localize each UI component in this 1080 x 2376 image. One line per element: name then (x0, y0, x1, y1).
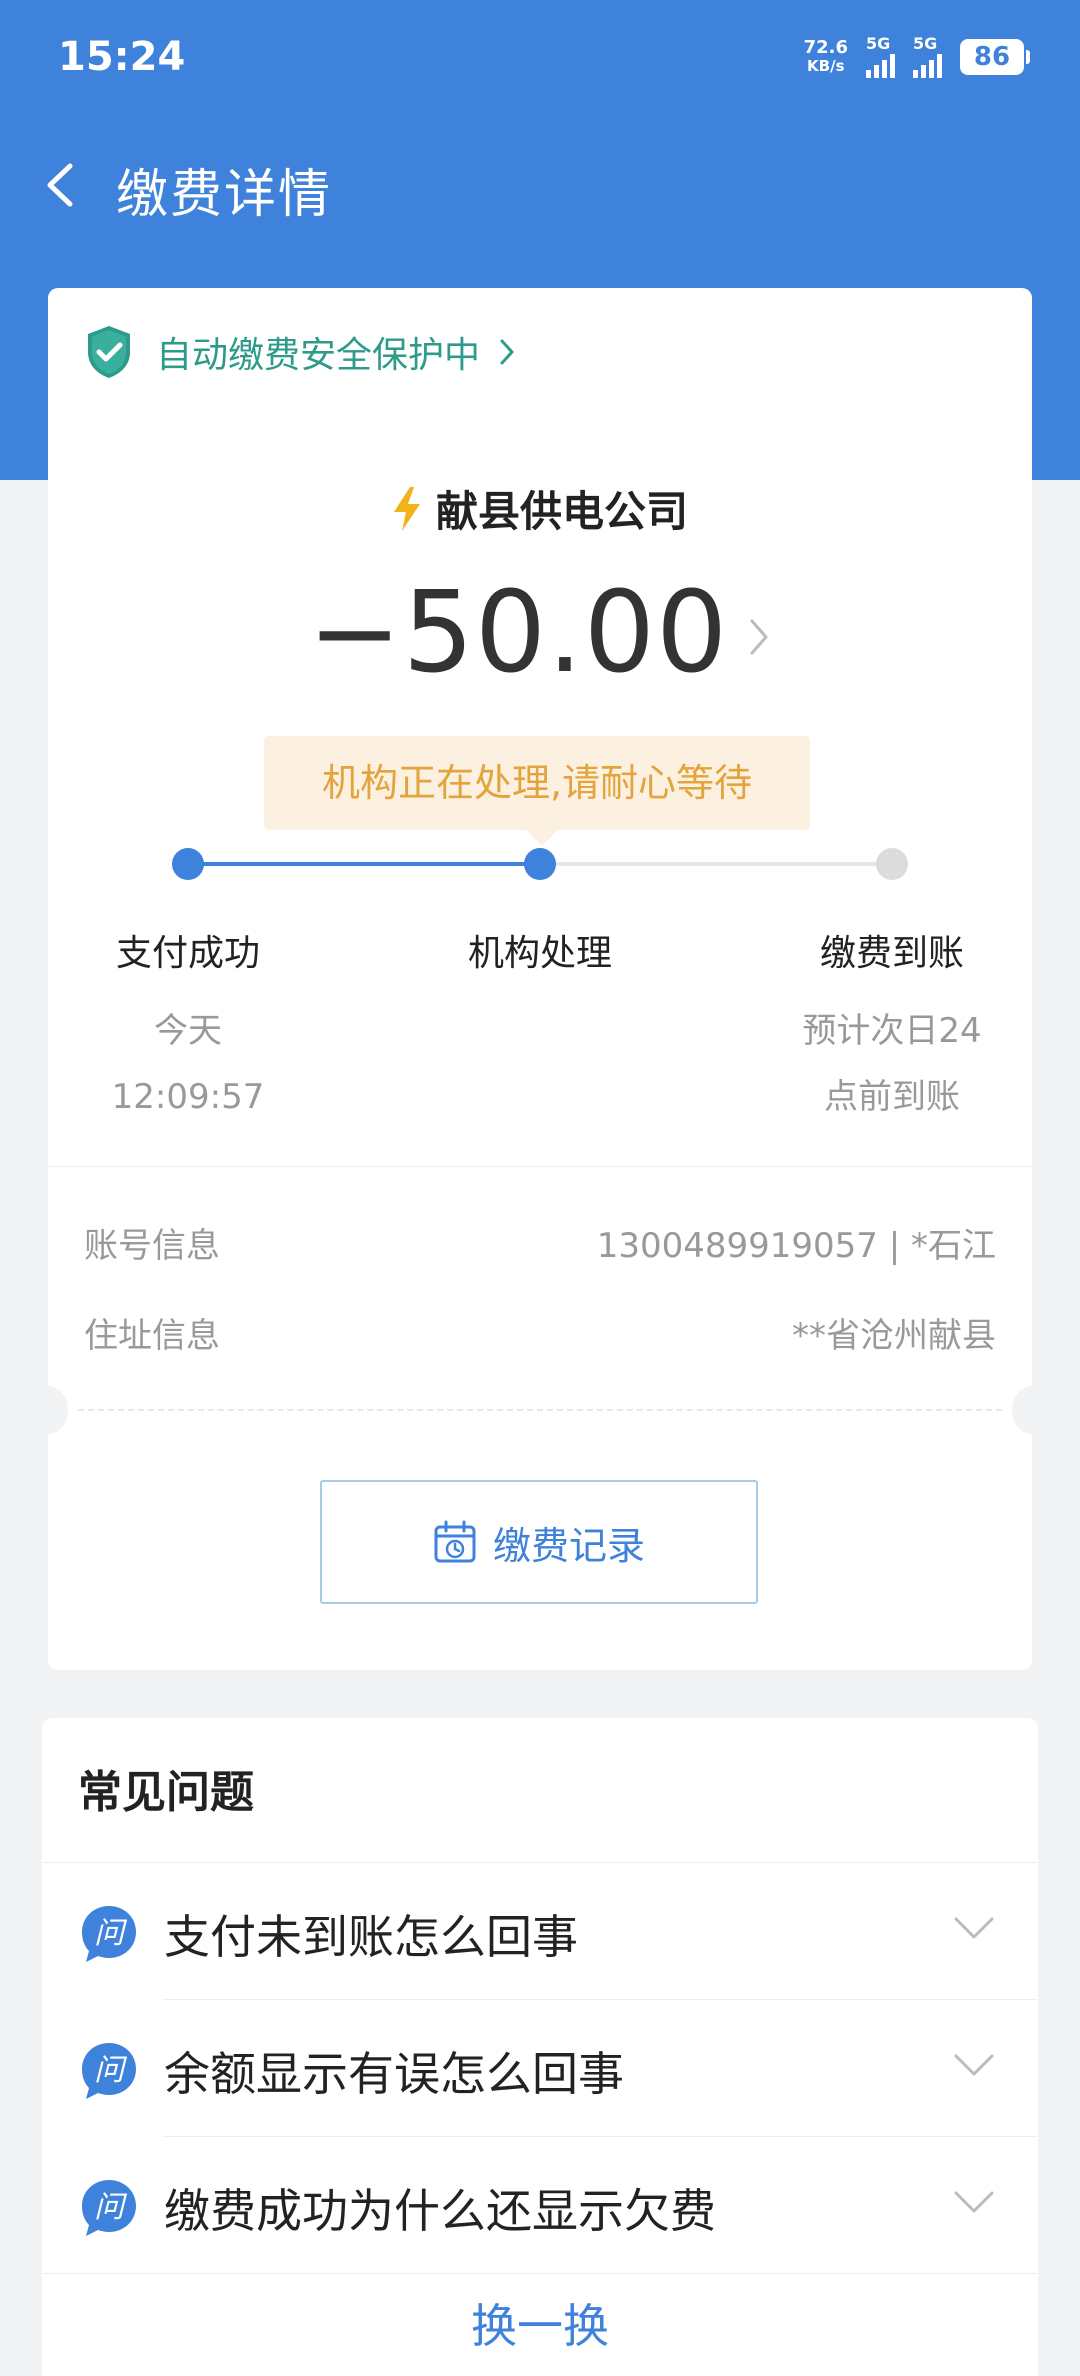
status-indicators: 72.6 KB/s 5G 5G 86 (804, 36, 1030, 78)
chevron-down-icon (954, 2191, 994, 2213)
faq-item[interactable]: 问 缴费成功为什么还显示欠费 (42, 2137, 1038, 2274)
network-speed-unit: KB/s (807, 57, 845, 75)
shield-check-icon (88, 326, 130, 378)
faq-question: 余额显示有误怎么回事 (164, 2047, 624, 2101)
divider (48, 1166, 1032, 1167)
status-tip: 机构正在处理,请耐心等待 (264, 736, 810, 846)
step-title: 机构处理 (467, 933, 612, 974)
progress-step-processing: 机构处理 (410, 924, 670, 976)
progress-dot-1 (172, 848, 204, 880)
step-title: 缴费到账 (819, 933, 964, 974)
divider (42, 2273, 1038, 2274)
progress-step-arrived: 缴费到账 预计次日24 点前到账 (762, 924, 1022, 1130)
dashed-divider (78, 1409, 1002, 1411)
progress-dot-2 (524, 848, 556, 880)
chevron-right-icon (750, 619, 768, 655)
ticket-notch-left (28, 1386, 68, 1434)
question-bubble-icon: 问 (82, 2180, 136, 2236)
question-bubble-icon: 问 (82, 2043, 136, 2099)
signal-sim1-icon: 5G (866, 36, 895, 78)
payment-detail-card: 自动缴费安全保护中 献县供电公司 −50.00 机构正在处理,请耐心等待 支付成… (28, 288, 1052, 1670)
amount-row[interactable]: −50.00 (48, 568, 1032, 698)
faq-icon-text: 问 (94, 1916, 128, 1951)
step-sub-line: 预计次日24 (802, 1011, 982, 1051)
security-text: 自动缴费安全保护中 (156, 335, 481, 376)
progress-step-paid: 支付成功 今天 12:09:57 (58, 924, 318, 1130)
nav-bar: 缴费详情 (0, 140, 1080, 230)
step-sub-line: 今天 (154, 1011, 222, 1051)
step-sub-line: 12:09:57 (111, 1077, 265, 1117)
sim1-label: 5G (866, 34, 891, 53)
record-button-label: 缴费记录 (492, 1523, 645, 1568)
chevron-down-icon (954, 1917, 994, 1939)
question-bubble-icon: 问 (82, 1906, 136, 1962)
address-info-row: 住址信息 **省沧州献县 (84, 1308, 996, 1357)
faq-section: 常见问题 问 支付未到账怎么回事 问 余额显示有误怎么回事 问 缴费成功为什么还… (42, 1718, 1038, 2376)
progress-dot-3 (876, 848, 908, 880)
status-bar: 15:24 72.6 KB/s 5G 5G 86 (0, 0, 1080, 120)
payment-record-button[interactable]: 缴费记录 (320, 1480, 758, 1604)
info-label: 账号信息 (84, 1226, 220, 1266)
step-sub-line: 点前到账 (824, 1077, 960, 1117)
faq-icon-text: 问 (94, 2053, 128, 2088)
sim2-label: 5G (913, 34, 938, 53)
battery-icon: 86 (960, 39, 1030, 75)
info-label: 住址信息 (84, 1316, 220, 1356)
security-banner[interactable]: 自动缴费安全保护中 (84, 324, 516, 380)
chevron-down-icon (954, 2054, 994, 2076)
refresh-faq-button[interactable]: 换一换 (42, 2290, 1038, 2356)
company-row: 献县供电公司 (48, 478, 1032, 539)
faq-title: 常见问题 (78, 1767, 254, 1818)
faq-item[interactable]: 问 支付未到账怎么回事 (42, 1863, 1038, 2000)
network-speed: 72.6 KB/s (804, 38, 848, 76)
calendar-clock-icon (434, 1520, 476, 1563)
progress-fill (188, 862, 540, 866)
chevron-left-icon[interactable] (40, 162, 86, 208)
page-title: 缴费详情 (116, 165, 333, 225)
signal-sim2-icon: 5G (913, 36, 942, 78)
faq-question: 支付未到账怎么回事 (164, 1910, 578, 1964)
info-value: 1300489919057 | *石江 (596, 1226, 996, 1266)
ticket-notch-right (1012, 1386, 1052, 1434)
account-info-row: 账号信息 1300489919057 | *石江 (84, 1218, 996, 1267)
step-title: 支付成功 (115, 933, 260, 974)
company-name: 献县供电公司 (435, 487, 688, 536)
chevron-right-icon (500, 339, 514, 365)
faq-item[interactable]: 问 余额显示有误怎么回事 (42, 2000, 1038, 2137)
info-value: **省沧州献县 (792, 1316, 996, 1356)
payment-amount: −50.00 (307, 568, 729, 698)
lightning-icon (393, 486, 420, 531)
network-speed-value: 72.6 (803, 37, 848, 58)
status-time: 15:24 (58, 34, 186, 80)
faq-question: 缴费成功为什么还显示欠费 (164, 2184, 716, 2238)
faq-icon-text: 问 (94, 2190, 128, 2225)
